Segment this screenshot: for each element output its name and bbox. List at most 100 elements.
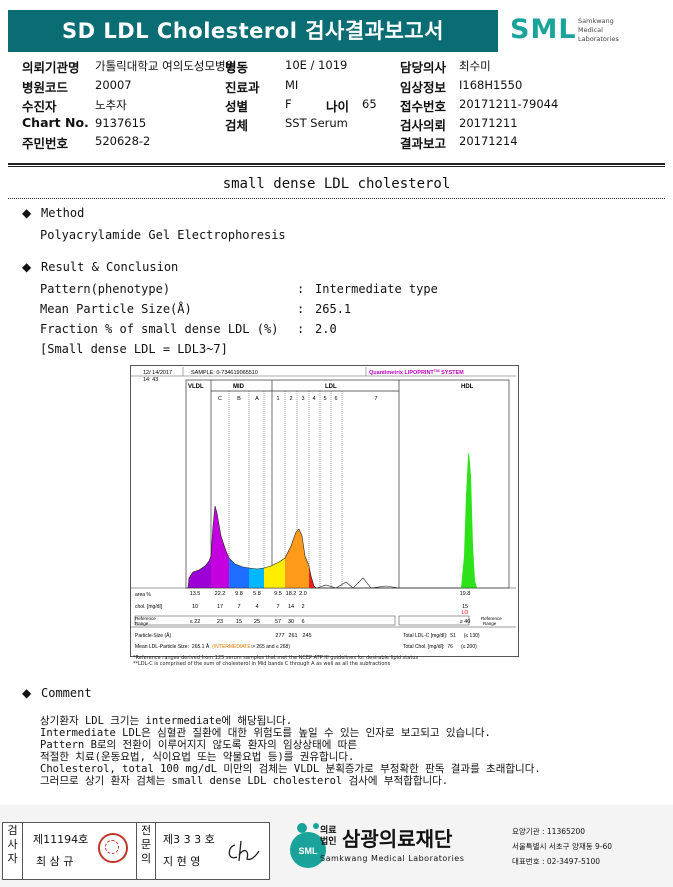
result-colon: :: [297, 322, 305, 336]
electrophoresis-peaks: [187, 452, 477, 589]
band-label: 4: [312, 396, 315, 402]
field-department: 진료과: [225, 80, 260, 95]
org-english: Samkwang Medical Laboratories: [320, 854, 465, 863]
field-institution-value: 가톨릭대학교 여의도성모병원: [95, 59, 237, 73]
field-receipt-no: 접수번호: [400, 99, 447, 114]
band-group-hdl: HDL: [461, 384, 474, 390]
peak-area: [188, 556, 211, 588]
logo-subtitle: Samkwang Medical Laboratories: [578, 17, 619, 43]
particle-value: 261: [288, 633, 297, 639]
field-clinical-info: 임상정보: [400, 80, 447, 95]
field-resident-no: 주민번호: [22, 136, 69, 151]
examiner-name: 최 삼 규: [36, 855, 74, 868]
org-prefix: 의료 법인: [320, 826, 337, 847]
band-label: 6: [334, 396, 337, 402]
chol-value: 17: [217, 604, 223, 610]
header-divider: [8, 163, 665, 165]
field-hospital-code: 병원코드: [22, 80, 69, 95]
area-value: 9.8: [235, 591, 243, 597]
chol-value: 7: [237, 604, 240, 610]
peak-area: [264, 558, 285, 588]
method-text: Polyacrylamide Gel Electrophoresis: [40, 228, 286, 242]
org-address: 서울특별시 서초구 양재동 9-60: [512, 842, 613, 851]
field-request-date: 검사의뢰: [400, 118, 447, 133]
chol-value: 4: [255, 604, 258, 610]
method-heading: Method: [41, 206, 85, 220]
field-ward: 병동: [225, 60, 249, 75]
baseline-trace: [316, 577, 461, 589]
ref-value: 15: [236, 619, 242, 625]
chart-time: 14: 43: [143, 377, 158, 383]
area-value: 5.8: [253, 591, 261, 597]
band-label: 5: [323, 396, 326, 402]
chart-system: Quantimetrix LIPOPRINTTM SYSTEM: [369, 368, 464, 376]
chol-value: 7: [276, 604, 279, 610]
band-label: B: [237, 396, 241, 402]
examiner-vertical-label: 검사자: [3, 823, 23, 879]
result-label: Mean Particle Size(Å): [40, 302, 192, 316]
band-group-mid: MID: [233, 384, 245, 390]
peak-area: [461, 452, 477, 588]
field-institution: 의뢰기관명: [22, 60, 80, 75]
band-label: 3: [301, 396, 304, 402]
chart-footnote-2: **LDL-C is comprised of the sum of chole…: [133, 661, 391, 667]
org-code: 요양기관 : 11365200: [512, 827, 586, 836]
field-report-date-value: 20171214: [459, 134, 518, 148]
area-value: 9.5: [274, 591, 282, 597]
hdl-chol-flag: LO: [462, 610, 469, 616]
particle-value: 277: [275, 633, 284, 639]
diamond-bullet-icon: ◆: [22, 686, 32, 700]
field-age: 나이: [326, 99, 350, 114]
organization-block: SML 의료 법인 삼광의료재단 Samkwang Medical Laborat…: [284, 820, 673, 880]
particle-value: 245: [302, 633, 311, 639]
chart-sample: SAMPLE: 0-734619065510: [191, 370, 258, 376]
field-chart-no: Chart No.: [22, 115, 89, 130]
field-hospital-code-value: 20007: [95, 78, 132, 92]
comment-line: 그러므로 상기 환자 검체는 small dense LDL cholester…: [40, 775, 449, 787]
ref-value: 25: [254, 619, 260, 625]
band-label: A: [255, 396, 259, 402]
ref-right-label-2: Range: [483, 621, 497, 626]
field-sex: 성별: [225, 99, 249, 114]
area-value: 2.0: [299, 591, 307, 597]
ref-value: 57: [275, 619, 281, 625]
band-group-vldl: VLDL: [188, 384, 204, 390]
ref-value: 23: [217, 619, 223, 625]
specialist-license: 제3 3 3 호: [163, 833, 215, 846]
chol-value: 2: [301, 604, 304, 610]
band-label: C: [218, 396, 222, 402]
field-report-date: 결과보고: [400, 136, 447, 151]
header-divider-thin: [8, 166, 665, 167]
section-title: small dense LDL cholesterol: [222, 176, 451, 192]
peak-area: [285, 529, 309, 588]
ref-value: 30: [288, 619, 294, 625]
peak-area: [249, 568, 264, 588]
comment-heading: Comment: [41, 686, 92, 700]
hdl-area: 19.8: [460, 591, 471, 597]
field-doctor-value: 최수미: [459, 59, 491, 73]
specialist-vertical-label: 전문의: [136, 823, 156, 879]
result-colon: :: [297, 302, 305, 316]
area-value: 22.2: [215, 591, 226, 597]
field-patient: 수진자: [22, 99, 57, 114]
specialist-name: 지 현 영: [163, 855, 201, 868]
field-specimen-value: SST Serum: [285, 116, 348, 130]
hdl-ref: ≥ 40: [460, 619, 471, 625]
svg-text:SML: SML: [299, 846, 319, 856]
area-value: 13.5: [190, 591, 201, 597]
org-phone: 대표번호 : 02-3497-5100: [512, 857, 601, 866]
result-heading: Result & Conclusion: [41, 260, 179, 274]
chol-value: 14: [288, 604, 294, 610]
section-rule: [8, 198, 665, 199]
field-doctor: 담당의사: [400, 60, 447, 75]
lipoprint-chart: 12/ 14/2017 14: 43 SAMPLE: 0-73461906551…: [131, 367, 516, 650]
peak-area: [309, 566, 316, 588]
field-ward-value: 10E / 1019: [285, 58, 348, 72]
sml-logo: SML Samkwang Medical Laboratories: [510, 14, 660, 52]
band-label: 7: [374, 396, 377, 402]
band-label: 2: [289, 396, 292, 402]
org-name: 삼광의료재단: [342, 827, 453, 851]
area-label: area %: [135, 592, 151, 598]
peak-area: [229, 558, 249, 588]
particle-label: Particle-Size (Å): [135, 632, 171, 639]
